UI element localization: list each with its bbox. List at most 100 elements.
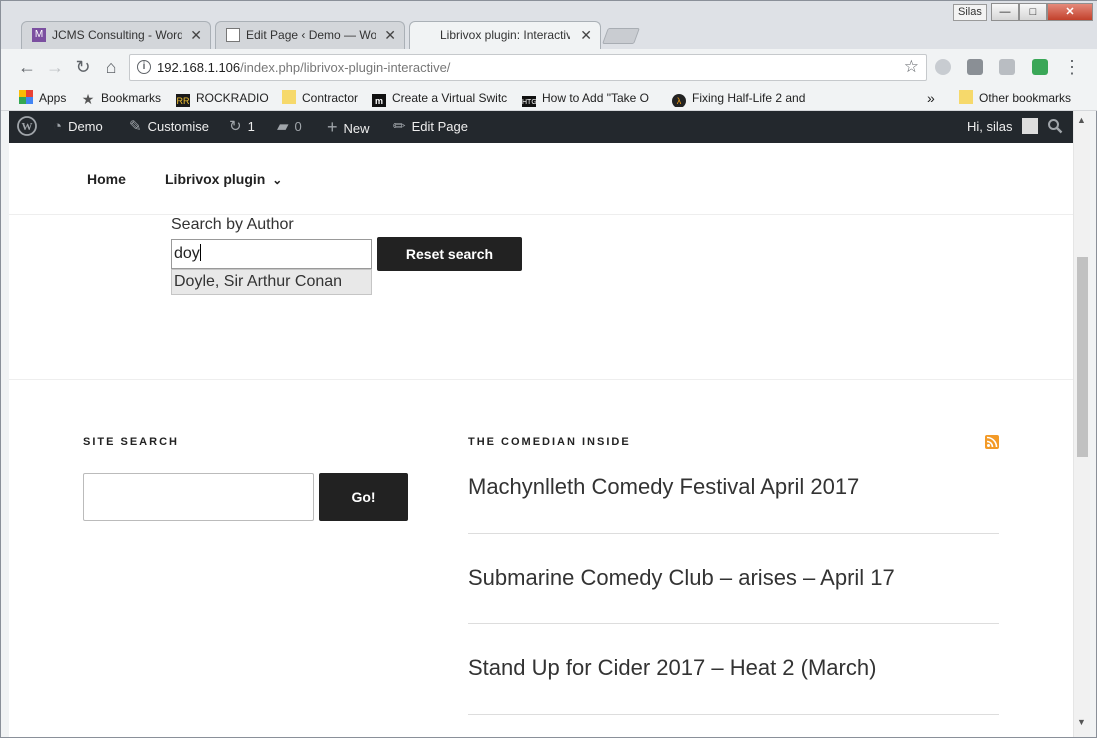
- author-search-input[interactable]: doy: [171, 239, 372, 269]
- bookmark-star-icon[interactable]: ☆: [904, 57, 919, 77]
- bookmark-label: ROCKRADIO: [196, 91, 269, 105]
- medium-icon: m: [372, 94, 386, 107]
- comments-link[interactable]: ▰ 0: [277, 111, 302, 143]
- folder-icon: [959, 90, 973, 104]
- address-bar[interactable]: i 192.168.1.106/index.php/librivox-plugi…: [129, 54, 927, 81]
- comedian-inside-heading: THE COMEDIAN INSIDE: [468, 436, 631, 448]
- bookmark-label: Other bookmarks: [979, 91, 1072, 105]
- reset-search-button[interactable]: Reset search: [377, 237, 522, 271]
- page-content: Home Librivox plugin ⌄ Search by Author …: [9, 143, 1073, 737]
- browser-menu-icon[interactable]: ⋮: [1060, 55, 1084, 79]
- bookmark-contractor[interactable]: Contractor: [282, 89, 358, 107]
- tab-close-icon[interactable]: ✕: [580, 22, 592, 48]
- bookmark-label: Create a Virtual Switc: [392, 91, 508, 105]
- extension-cube-icon[interactable]: [935, 59, 951, 75]
- bookmark-apps[interactable]: Apps: [19, 89, 66, 107]
- scroll-up-icon[interactable]: ▲: [1077, 115, 1086, 125]
- bookmark-virtual-switch[interactable]: m Create a Virtual Switc: [372, 89, 512, 107]
- admin-search-icon[interactable]: [1047, 111, 1063, 143]
- post-link[interactable]: Submarine Comedy Club – arises – April 1…: [468, 565, 999, 591]
- rockradio-icon: RR: [176, 94, 190, 107]
- bookmark-label: Bookmarks: [101, 91, 162, 105]
- lambda-icon: λ: [672, 94, 686, 107]
- tab-title: Librivox plugin: Interactiv: [440, 28, 570, 42]
- customise-link[interactable]: ✎ Customise: [129, 111, 209, 143]
- post-separator: [468, 533, 999, 534]
- bookmarks-overflow-icon[interactable]: »: [927, 89, 935, 107]
- extension-green-icon[interactable]: [1032, 59, 1048, 75]
- apps-grid-icon: [19, 90, 33, 104]
- extension-pdf-icon[interactable]: [999, 59, 1015, 75]
- new-tab-button[interactable]: [602, 28, 640, 44]
- author-search-label: Search by Author: [171, 216, 294, 233]
- tab-close-icon[interactable]: ✕: [384, 22, 396, 48]
- site-name-link[interactable]: ◔ Demo: [53, 111, 103, 143]
- go-button[interactable]: Go!: [319, 473, 408, 521]
- rss-icon[interactable]: [985, 435, 999, 449]
- extension-pocket-icon[interactable]: [967, 59, 983, 75]
- maximize-button[interactable]: □: [1019, 3, 1047, 21]
- tab-title: JCMS Consulting - Word: [52, 28, 182, 42]
- page-scrollbar[interactable]: ▲ ▼: [1073, 111, 1090, 737]
- jcms-favicon-icon: M: [32, 28, 46, 42]
- my-account-link[interactable]: Hi, silas: [967, 111, 1039, 143]
- bookmark-label: Fixing Half-Life 2 and: [692, 91, 806, 105]
- plus-icon: +: [327, 117, 338, 137]
- htg-icon: HTG: [522, 96, 537, 107]
- autocomplete-suggestion[interactable]: Doyle, Sir Arthur Conan: [171, 269, 372, 295]
- bookmarks-bar: Apps ★ Bookmarks RR ROCKRADIO Contractor m…: [1, 85, 1097, 111]
- new-content-link[interactable]: + New: [327, 111, 370, 143]
- reload-icon[interactable]: ↻: [71, 55, 95, 79]
- url-host: 192.168.1.106: [157, 60, 241, 75]
- bookmark-take-ownership[interactable]: HTG How to Add "Take O: [522, 89, 662, 107]
- page-favicon-icon: [226, 28, 240, 42]
- footer-divider: [9, 379, 1073, 380]
- blank-favicon-icon: [422, 28, 436, 42]
- site-search-input[interactable]: [83, 473, 314, 521]
- back-arrow-icon[interactable]: ←: [15, 55, 39, 79]
- nav-home-link[interactable]: Home: [87, 171, 126, 187]
- nav-librivox-label: Librivox plugin: [165, 171, 266, 187]
- bookmark-label: Apps: [39, 91, 67, 105]
- pencil-icon: ✏: [393, 118, 406, 135]
- site-search-heading: SITE SEARCH: [83, 436, 179, 448]
- avatar: [1022, 118, 1039, 134]
- url-text[interactable]: 192.168.1.106/index.php/librivox-plugin-…: [157, 60, 450, 75]
- scroll-thumb[interactable]: [1077, 257, 1088, 457]
- dashboard-icon: ◔: [53, 118, 63, 135]
- nav-librivox-link[interactable]: Librivox plugin ⌄: [165, 171, 282, 187]
- updates-count: 1: [247, 119, 255, 134]
- bookmark-bookmarks[interactable]: ★ Bookmarks: [81, 89, 161, 107]
- bookmark-rockradio[interactable]: RR ROCKRADIO: [176, 89, 269, 107]
- tab-jcms[interactable]: M JCMS Consulting - Word ✕: [21, 21, 211, 49]
- wp-admin-bar: W ◔ Demo ✎ Customise ↻ 1 ▰ 0 + New ✏ Edit Page…: [9, 111, 1073, 143]
- forward-arrow-icon[interactable]: →: [43, 55, 67, 79]
- window-user-label: Silas: [953, 4, 987, 21]
- home-icon[interactable]: ⌂: [99, 55, 123, 79]
- tab-strip: Silas — □ ✕ M JCMS Consulting - Word ✕ E…: [1, 1, 1097, 49]
- bookmark-other[interactable]: Other bookmarks: [959, 89, 1071, 107]
- url-path: /index.php/librivox-plugin-interactive/: [240, 60, 451, 75]
- tab-edit-page[interactable]: Edit Page ‹ Demo — Wor ✕: [215, 21, 405, 49]
- site-name-label: Demo: [68, 119, 103, 134]
- folder-icon: [282, 90, 296, 104]
- star-icon: ★: [81, 91, 95, 107]
- svg-text:W: W: [22, 121, 33, 133]
- minimize-button[interactable]: —: [991, 3, 1019, 21]
- tab-librivox[interactable]: Librivox plugin: Interactiv ✕: [409, 21, 601, 49]
- bookmark-label: Contractor: [302, 91, 359, 105]
- close-window-button[interactable]: ✕: [1047, 3, 1093, 21]
- comments-count: 0: [294, 119, 302, 134]
- post-link[interactable]: Stand Up for Cider 2017 – Heat 2 (March): [468, 655, 999, 681]
- updates-link[interactable]: ↻ 1: [229, 111, 255, 143]
- paintbrush-icon: ✎: [129, 118, 142, 135]
- tab-close-icon[interactable]: ✕: [190, 22, 202, 48]
- greeting-label: Hi, silas: [967, 119, 1013, 134]
- edit-page-label: Edit Page: [411, 119, 468, 134]
- bookmark-half-life[interactable]: λ Fixing Half-Life 2 and: [672, 89, 812, 107]
- info-icon[interactable]: i: [137, 60, 151, 74]
- wordpress-logo-icon[interactable]: W: [17, 111, 37, 143]
- post-link[interactable]: Machynlleth Comedy Festival April 2017: [468, 474, 999, 500]
- edit-page-link[interactable]: ✏ Edit Page: [393, 111, 468, 143]
- scroll-down-icon[interactable]: ▼: [1077, 717, 1086, 727]
